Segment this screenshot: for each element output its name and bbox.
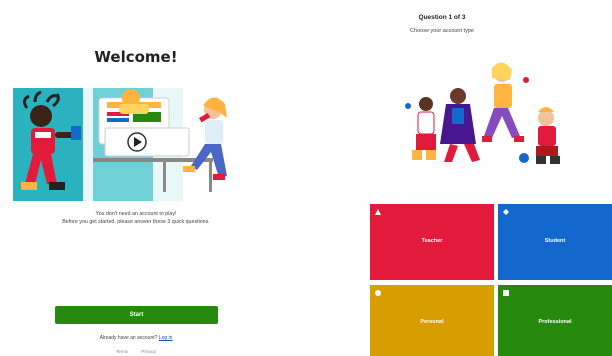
answer-professional[interactable]: Professional [498,285,612,356]
welcome-message-line1: You don't need an account to play! [95,211,177,217]
footer-links: Terms Privacy [0,349,272,354]
circle-icon [375,290,381,296]
question-counter: Question 1 of 3 [418,14,466,21]
welcome-panel: Welcome! You don't need an account to pl… [0,0,272,356]
answer-personal[interactable]: Personal [370,285,494,356]
welcome-illustration-art [13,88,259,201]
diamond-icon [503,209,509,215]
welcome-illustration [13,88,259,201]
answer-teacher[interactable]: Teacher [370,204,494,280]
square-icon [503,290,509,296]
answer-label: Personal [420,319,444,325]
welcome-message-line2: Before you get started, please answer th… [62,219,210,225]
answer-label: Professional [538,319,572,325]
answer-label: Student [544,238,566,244]
characters-illustration [398,62,578,174]
terms-link[interactable]: Terms [116,349,128,354]
login-prefix: Already have an account? [99,335,158,341]
login-prompt: Already have an account? Log in [0,335,272,341]
login-link[interactable]: Log in [159,335,173,341]
question-panel: Question 1 of 3 Choose your account type [272,0,612,356]
privacy-link[interactable]: Privacy [141,349,156,354]
triangle-icon [375,209,381,215]
answer-label: Teacher [421,238,443,244]
start-button[interactable]: Start [55,306,218,324]
welcome-message: You don't need an account to play! Befor… [0,210,272,226]
question-text: Choose your account type [410,28,474,34]
welcome-title: Welcome! [94,48,178,66]
answer-student[interactable]: Student [498,204,612,280]
characters-illustration-art [405,62,560,164]
